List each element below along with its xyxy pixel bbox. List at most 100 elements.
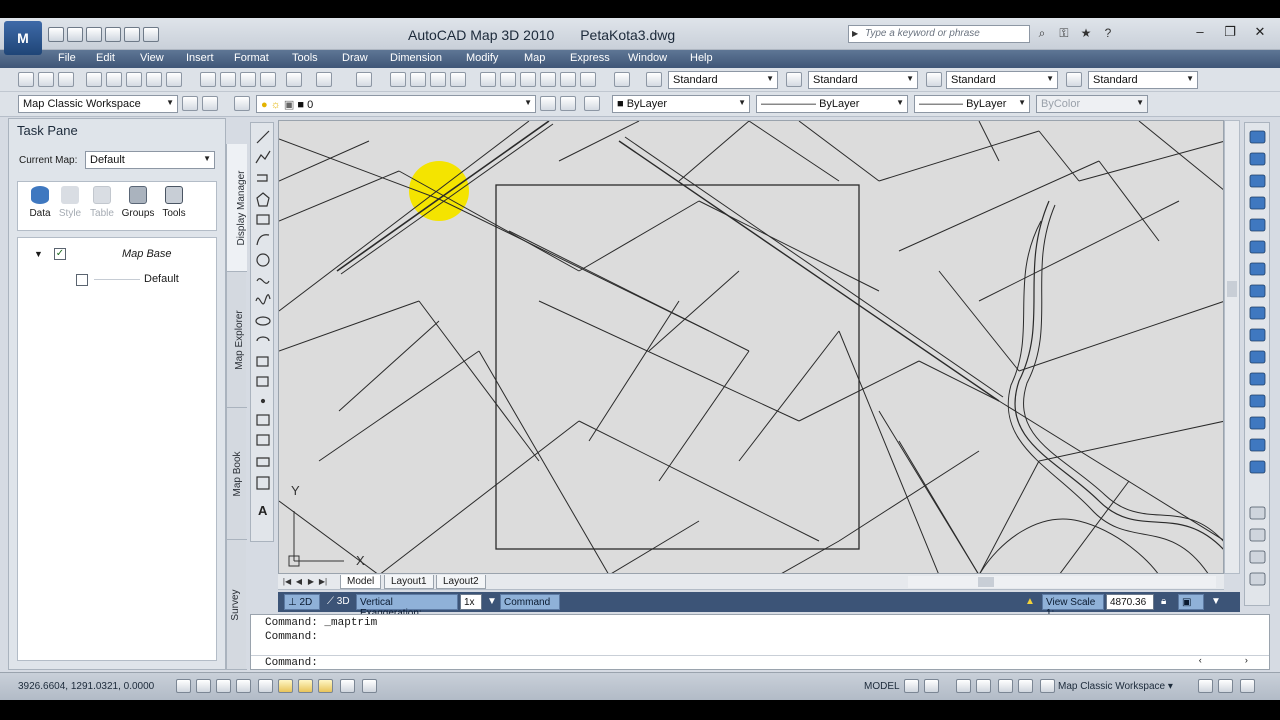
map-base-checkbox[interactable]: ✓ — [54, 248, 66, 260]
toolbar-lock-icon[interactable] — [1198, 679, 1213, 693]
new-file-icon[interactable] — [48, 27, 64, 42]
cmd-scroll-left-icon[interactable]: ‹ — [1198, 656, 1203, 666]
menu-file[interactable]: File — [58, 52, 76, 64]
layer-previous-icon[interactable] — [560, 96, 576, 111]
menu-window[interactable]: Window — [628, 52, 667, 64]
default-layer-checkbox[interactable] — [76, 274, 88, 286]
workspace-switching-icon[interactable] — [1040, 679, 1055, 693]
block-editor-icon[interactable] — [286, 72, 302, 87]
layer-states-icon[interactable] — [584, 96, 600, 111]
cmd-scroll-right-icon[interactable]: › — [1244, 656, 1249, 666]
linetype-select[interactable]: ————— ByLayer ▼ — [756, 95, 908, 113]
map-tray-icon[interactable]: ▣ — [1178, 594, 1204, 610]
color-select[interactable]: ■ ByLayer ▼ — [612, 95, 750, 113]
workspace-select[interactable]: Map Classic Workspace ▼ — [18, 95, 178, 113]
menu-tools[interactable]: Tools — [292, 52, 318, 64]
help-icon[interactable]: ? — [1100, 26, 1116, 41]
subscription-key-icon[interactable]: ⚿ — [1056, 26, 1072, 41]
groups-tool[interactable]: Groups — [120, 186, 156, 219]
workspace-settings-icon[interactable] — [182, 96, 198, 111]
expand-collapse-icon[interactable]: ▼ — [34, 249, 43, 259]
tab-map-book[interactable]: Map Book — [227, 408, 247, 540]
open-icon[interactable] — [38, 72, 54, 87]
style-tool[interactable]: Style — [52, 186, 88, 219]
map-base-layer[interactable]: Map Base — [122, 248, 172, 260]
tab-layout2[interactable]: Layout2 — [436, 575, 486, 589]
snap-mode-icon[interactable] — [196, 679, 211, 693]
layer-manager-icon[interactable] — [234, 96, 250, 111]
lock-view-icon[interactable]: 🔒︎ — [1158, 594, 1176, 610]
zoom-window-icon[interactable] — [430, 72, 446, 87]
quickcalc-icon[interactable] — [580, 72, 596, 87]
layer-select[interactable]: ● ☼ ▣ ■ 0 ▼ — [256, 95, 536, 113]
default-layer[interactable]: Default — [144, 273, 179, 285]
pan-status-icon[interactable] — [956, 679, 971, 693]
mode-3d-button[interactable]: ⟋ 3D — [324, 594, 356, 610]
horizontal-scroll-thumb[interactable] — [978, 577, 994, 587]
close-button[interactable]: ✕ — [1246, 22, 1274, 42]
markup-icon[interactable] — [560, 72, 576, 87]
object-snap-tracking-icon[interactable] — [298, 679, 313, 693]
plot-icon[interactable] — [86, 72, 102, 87]
showmotion-icon[interactable] — [1018, 679, 1033, 693]
infer-constraints-icon[interactable] — [176, 679, 191, 693]
drawing-canvas[interactable]: Y X — [278, 120, 1224, 574]
menu-modify[interactable]: Modify — [466, 52, 498, 64]
object-snap-icon[interactable] — [278, 679, 293, 693]
zoom-previous-icon[interactable] — [450, 72, 466, 87]
menu-view[interactable]: View — [140, 52, 164, 64]
menu-help[interactable]: Help — [690, 52, 713, 64]
current-map-select[interactable]: Default ▼ — [85, 151, 215, 169]
cut-icon[interactable] — [200, 72, 216, 87]
dim-style-icon[interactable] — [786, 72, 802, 87]
command-line-window[interactable]: Command: _maptrim Command: Command: ‹ › — [250, 614, 1270, 670]
table-tool[interactable]: Table — [84, 186, 120, 219]
application-menu-button[interactable]: M — [4, 21, 42, 55]
search-dropdown-icon[interactable]: ▶ — [852, 29, 858, 38]
tab-map-explorer[interactable]: Map Explorer — [227, 272, 247, 408]
undo-icon[interactable] — [316, 72, 332, 87]
save-icon[interactable] — [58, 72, 74, 87]
quick-view-layouts-icon[interactable] — [904, 679, 919, 693]
table-style-icon[interactable] — [926, 72, 942, 87]
status-bar-menu-icon[interactable] — [1218, 679, 1233, 693]
dim-style-select[interactable]: Standard ▼ — [808, 71, 918, 89]
plotstyle-select[interactable]: ByColor ▼ — [1036, 95, 1148, 113]
redo-icon[interactable] — [356, 72, 372, 87]
my-workspace-icon[interactable] — [202, 96, 218, 111]
menu-map[interactable]: Map — [524, 52, 545, 64]
tools-tool[interactable]: Tools — [156, 186, 192, 219]
minimize-button[interactable]: – — [1186, 22, 1214, 42]
last-tab-icon[interactable]: ▶| — [318, 576, 328, 587]
workspace-status-label[interactable]: Map Classic Workspace ▾ — [1058, 681, 1173, 692]
warning-icon[interactable]: ▲ — [1022, 594, 1040, 610]
view-scale-value[interactable]: 4870.36 — [1106, 594, 1154, 610]
horizontal-scrollbar[interactable] — [908, 576, 1216, 588]
open-file-icon[interactable] — [67, 27, 83, 42]
menu-format[interactable]: Format — [234, 52, 269, 64]
publish-web-icon[interactable] — [166, 72, 182, 87]
tab-display-manager[interactable]: Display Manager — [227, 144, 247, 272]
mode-2d-button[interactable]: ⊥ 2D — [284, 594, 320, 610]
command-input[interactable]: Command: ‹ › — [251, 655, 1269, 669]
model-space-toggle[interactable]: MODEL — [864, 681, 900, 692]
prev-tab-icon[interactable]: ◀ — [294, 576, 304, 587]
tab-layout1[interactable]: Layout1 — [384, 575, 434, 589]
plot-icon[interactable] — [143, 27, 159, 42]
exaggeration-dropdown-icon[interactable]: ▼ — [484, 594, 498, 610]
save-icon[interactable] — [86, 27, 102, 42]
binoculars-icon[interactable]: ⌕ — [1034, 26, 1050, 41]
help-search-input[interactable]: ▶ Type a keyword or phrase — [848, 25, 1030, 43]
ortho-mode-icon[interactable] — [236, 679, 251, 693]
dynamic-ucs-icon[interactable] — [318, 679, 333, 693]
quick-view-drawings-icon[interactable] — [924, 679, 939, 693]
text-style-select[interactable]: Standard ▼ — [668, 71, 778, 89]
properties-icon[interactable] — [480, 72, 496, 87]
undo-icon[interactable] — [105, 27, 121, 42]
vertical-scroll-thumb[interactable] — [1227, 281, 1237, 297]
status-menu-icon[interactable]: ▼ — [1208, 594, 1222, 610]
copy-icon[interactable] — [220, 72, 236, 87]
vertical-exaggeration-value[interactable]: 1x — [460, 594, 482, 610]
table-style-select[interactable]: Standard ▼ — [946, 71, 1058, 89]
grid-display-icon[interactable] — [216, 679, 231, 693]
